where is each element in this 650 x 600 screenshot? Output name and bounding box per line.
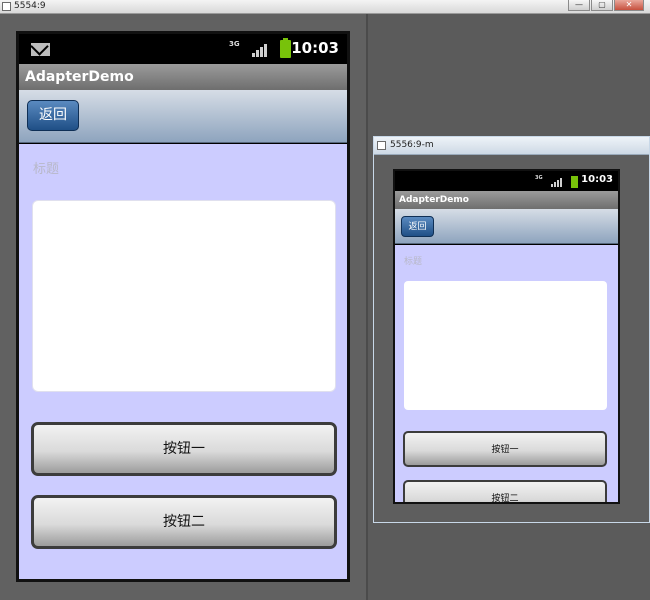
- second-emulator-window: 5556:9-m 3G 10:03 AdapterDemo 返回 标题 按钮一 …: [373, 136, 650, 523]
- button-two[interactable]: 按钮二: [403, 480, 607, 502]
- close-button[interactable]: ✕: [614, 0, 644, 11]
- second-device-screen: 3G 10:03 AdapterDemo 返回 标题 按钮一 按钮二: [393, 169, 620, 504]
- network-3g-icon: 3G: [229, 40, 240, 48]
- content-text-box[interactable]: [32, 200, 336, 392]
- back-button[interactable]: 返回: [27, 100, 79, 131]
- window-app-icon: [2, 2, 11, 11]
- nav-bar: 返回: [19, 90, 347, 143]
- second-window-title-bar[interactable]: 5556:9-m: [374, 137, 649, 155]
- content-text-box[interactable]: [404, 281, 607, 410]
- back-button[interactable]: 返回: [401, 216, 434, 237]
- status-time: 10:03: [291, 39, 339, 57]
- app-title: AdapterDemo: [399, 195, 469, 205]
- button-two[interactable]: 按钮二: [31, 495, 337, 549]
- button-one[interactable]: 按钮一: [31, 422, 337, 476]
- status-time: 10:03: [581, 174, 613, 185]
- window-title: 5554:9: [14, 1, 46, 11]
- minimize-button[interactable]: —: [568, 0, 590, 11]
- app-title: AdapterDemo: [25, 69, 134, 85]
- window-title-bar[interactable]: 5554:9 — ▢ ✕: [0, 0, 650, 14]
- signal-icon: [252, 44, 268, 57]
- app-title-bar: AdapterDemo: [19, 64, 347, 90]
- button-one[interactable]: 按钮一: [403, 431, 607, 467]
- second-window-title: 5556:9-m: [390, 140, 434, 150]
- title-label: 标题: [404, 257, 423, 267]
- content-area: 标题 按钮一 按钮二: [395, 245, 618, 502]
- title-label: 标题: [33, 162, 60, 177]
- maximize-button[interactable]: ▢: [591, 0, 613, 11]
- app-title-bar: AdapterDemo: [395, 191, 618, 209]
- status-bar: 3G 10:03: [19, 34, 347, 64]
- nav-bar: 返回: [395, 209, 618, 244]
- device-screen: 3G 10:03 AdapterDemo 返回 标题 按钮一 按钮二: [16, 31, 350, 582]
- mail-icon: [31, 43, 50, 56]
- status-bar: 3G 10:03: [395, 171, 618, 191]
- window-controls: — ▢ ✕: [567, 0, 644, 11]
- window-app-icon: [377, 141, 386, 150]
- signal-icon: [551, 178, 562, 187]
- battery-icon: [571, 176, 578, 188]
- content-area: 标题 按钮一 按钮二: [19, 144, 347, 579]
- battery-icon: [280, 38, 291, 58]
- network-3g-icon: 3G: [535, 175, 543, 181]
- emulator-divider: [366, 14, 368, 600]
